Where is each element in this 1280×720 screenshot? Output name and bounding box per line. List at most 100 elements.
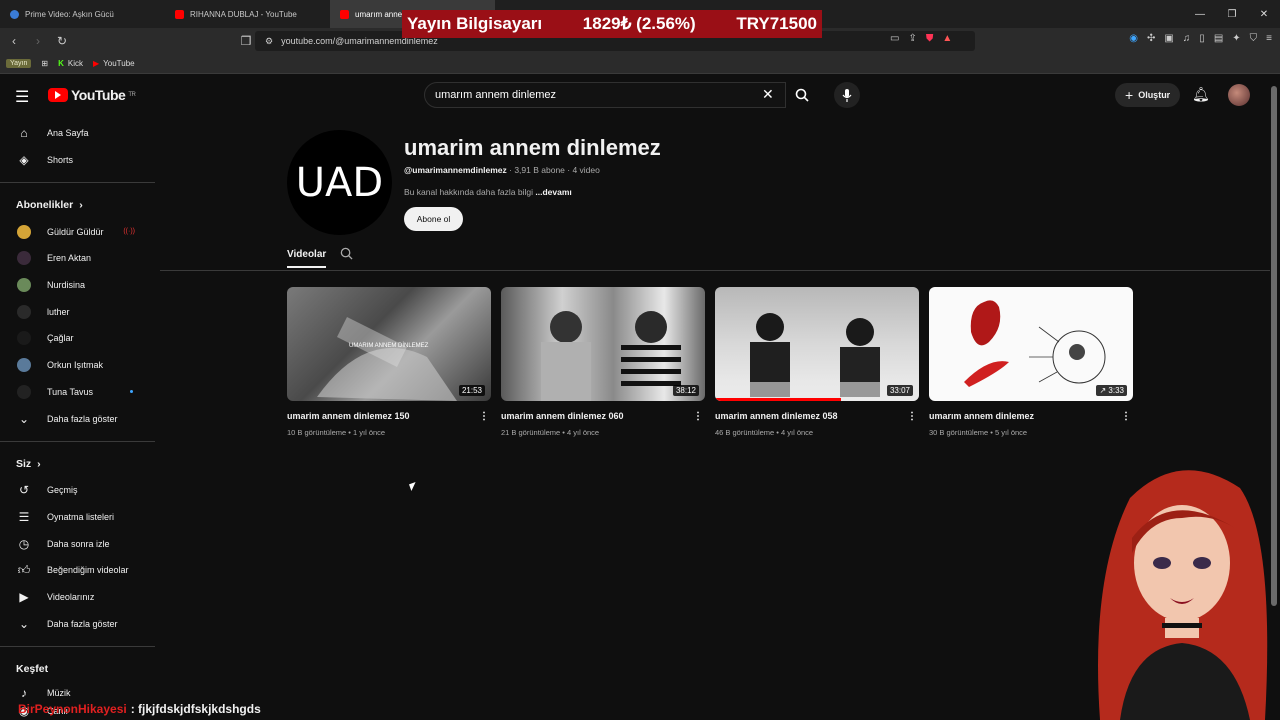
bookmark-kick[interactable]: K Kick <box>58 59 83 68</box>
sidebar-subscription-item[interactable]: Orkun Işıtmak <box>0 352 155 379</box>
shorts-icon: ◈ <box>19 153 29 168</box>
svg-text:UMARIM ANNEM DİNLEMEZ: UMARIM ANNEM DİNLEMEZ <box>349 342 429 349</box>
thumbnail-art <box>964 300 1106 387</box>
sidebar-item-label: Videolarınız <box>47 591 95 602</box>
more-options-icon[interactable]: ⋮ <box>1121 411 1131 422</box>
show-more-you[interactable]: ⌄ Daha fazla göster <box>0 610 155 637</box>
video-card[interactable]: UMARIM ANNEM DİNLEMEZ 21:53 umarim annem… <box>287 287 491 437</box>
more-options-icon[interactable]: ⋮ <box>907 411 917 422</box>
video-title[interactable]: umarim annem dinlemez 150 <box>287 411 410 422</box>
sidebar-item-label: Daha fazla göster <box>47 413 118 424</box>
wallet-icon[interactable]: ▤ <box>1214 33 1223 44</box>
more-options-icon[interactable]: ⋮ <box>479 411 489 422</box>
window-controls: — ❐ ✕ <box>1184 0 1280 28</box>
shorts-arrow-icon: ↗ <box>1099 386 1107 395</box>
account-avatar[interactable] <box>1228 84 1250 106</box>
channel-search-icon[interactable] <box>340 247 353 269</box>
extension-icon[interactable]: ◉ <box>1129 33 1138 44</box>
sidebar-item-label: Tuna Tavus <box>47 386 94 397</box>
video-thumbnail[interactable]: UMARIM ANNEM DİNLEMEZ 21:53 <box>287 287 491 401</box>
hamburger-menu-icon[interactable]: ☰ <box>15 87 29 107</box>
video-title[interactable]: umarım annem dinlemez <box>929 411 1034 422</box>
channel-description[interactable]: Bu kanal hakkında daha fazla bilgi ...de… <box>404 187 572 197</box>
share-icon[interactable]: ⇪ <box>908 33 916 44</box>
sidebar-icon[interactable]: ▯ <box>1199 33 1205 44</box>
sidebar-subscription-item[interactable]: Tuna Tavus <box>0 379 155 406</box>
site-info-icon[interactable]: ⚙ <box>265 36 273 47</box>
sidebar-subscription-item[interactable]: Eren Aktan <box>0 245 155 272</box>
bookmark-badge[interactable]: Yayın <box>6 59 32 68</box>
voice-search-button[interactable] <box>834 82 860 108</box>
you-header[interactable]: Siz › <box>0 451 155 477</box>
live-indicator-icon: ((·)) <box>123 228 135 236</box>
shield-icon[interactable]: ⛊ <box>926 33 934 44</box>
section-title: Abonelikler <box>16 199 74 212</box>
channel-avatar-icon <box>17 251 31 266</box>
screen-icon[interactable]: ▭ <box>890 33 899 44</box>
sidebar-item-playlists[interactable]: ☰ Oynatma listeleri <box>0 504 155 531</box>
ai-icon[interactable]: ✦ <box>1232 33 1240 44</box>
sidebar-subscription-item[interactable]: Çağlar <box>0 325 155 352</box>
reload-icon[interactable]: ↻ <box>52 31 72 51</box>
video-thumbnail[interactable]: 38:12 <box>501 287 705 401</box>
more-link[interactable]: ...devamı <box>535 187 571 197</box>
puzzle-icon[interactable]: ✣ <box>1147 33 1155 44</box>
subscribe-button[interactable]: Abone ol <box>404 207 463 231</box>
kick-icon: K <box>58 59 64 68</box>
maximize-icon[interactable]: ❐ <box>1216 0 1248 28</box>
tab-label: Prime Video: Aşkın Gücü <box>25 9 114 19</box>
extension-icon[interactable]: ▣ <box>1164 33 1173 44</box>
menu-icon[interactable]: ≡ <box>1266 33 1272 44</box>
subscriptions-header[interactable]: Abonelikler › <box>0 192 155 218</box>
sidebar-item-label: Müzik <box>47 688 71 698</box>
music-note-icon: ♪ <box>21 686 27 700</box>
video-title[interactable]: umarim annem dinlemez 058 <box>715 411 838 422</box>
channel-tabs: Videolar <box>287 247 353 269</box>
sidebar-item-home[interactable]: ⌂ Ana Sayfa <box>0 120 155 147</box>
browser-tab[interactable]: RIHANNA DUBLAJ - YouTube <box>165 0 330 28</box>
video-thumbnail[interactable]: ↗ 3:33 <box>929 287 1133 401</box>
video-card[interactable]: 38:12 umarim annem dinlemez 060 ⋮ 21 B gö… <box>501 287 705 437</box>
sidebar-item-watch-later[interactable]: ◷ Daha sonra izle <box>0 530 155 557</box>
clear-search-icon[interactable]: ✕ <box>762 86 774 103</box>
sidebar-item-liked-videos[interactable]: 👍︎ Beğendiğim videolar <box>0 557 155 584</box>
more-options-icon[interactable]: ⋮ <box>693 411 703 422</box>
sidebar-item-shorts[interactable]: ◈ Shorts <box>0 147 155 174</box>
bookmark-icon[interactable]: ❒ <box>236 31 256 51</box>
sidebar-subscription-item[interactable]: luther <box>0 298 155 325</box>
tab-videos[interactable]: Videolar <box>287 249 327 268</box>
sidebar-subscription-item[interactable]: Nurdisina <box>0 272 155 299</box>
new-content-dot-icon <box>130 390 133 394</box>
channel-avatar-icon <box>17 358 31 373</box>
video-card[interactable]: 33:07 umarim annem dinlemez 058 ⋮ 46 B gö… <box>715 287 919 437</box>
sidebar-subscription-item[interactable]: Güldür Güldür ((·)) <box>0 218 155 245</box>
chat-ticker: BirPeynonHikayesi : fjkjfdskjdfskjkdshgd… <box>0 700 1280 718</box>
sidebar-item-label: Oynatma listeleri <box>47 511 115 522</box>
create-button[interactable]: + Oluştur <box>1115 83 1181 107</box>
browser-tab[interactable]: Prime Video: Aşkın Gücü <box>0 0 165 28</box>
close-icon[interactable]: ✕ <box>1248 0 1280 28</box>
search-input[interactable]: umarım annem dinlemez <box>424 82 786 108</box>
notifications-bell-icon[interactable]: 🔔︎ <box>1192 86 1210 103</box>
bookmark-youtube[interactable]: ▶ YouTube <box>93 59 135 68</box>
show-more-subscriptions[interactable]: ⌄ Daha fazla göster <box>0 405 155 432</box>
explore-header: Keşfet <box>0 656 155 682</box>
search-button[interactable] <box>786 82 818 108</box>
channel-avatar-icon <box>17 384 31 399</box>
vpn-icon[interactable]: ⛉ <box>1250 33 1258 44</box>
sidebar-item-label: Nurdisina <box>47 280 86 291</box>
forward-icon[interactable]: › <box>28 31 48 51</box>
video-thumbnail[interactable]: 33:07 <box>715 287 919 401</box>
video-title[interactable]: umarim annem dinlemez 060 <box>501 411 624 422</box>
music-icon[interactable]: ♫ <box>1183 33 1191 44</box>
video-card[interactable]: ↗ 3:33 umarım annem dinlemez ⋮ 30 B görün… <box>929 287 1133 437</box>
apps-grid-icon[interactable]: ⊞ <box>41 59 48 68</box>
video-meta: 30 B görüntüleme • 5 yıl önce <box>929 428 1028 437</box>
minimize-icon[interactable]: — <box>1184 0 1216 28</box>
sidebar-item-your-videos[interactable]: ▶ Videolarınız <box>0 584 155 611</box>
back-icon[interactable]: ‹ <box>4 31 24 51</box>
triangle-icon[interactable]: ▲ <box>942 33 952 44</box>
chevron-down-icon: ⌄ <box>18 616 30 631</box>
sidebar-item-history[interactable]: ↺ Geçmiş <box>0 477 155 504</box>
youtube-logo[interactable]: YouTube TR <box>48 87 136 103</box>
